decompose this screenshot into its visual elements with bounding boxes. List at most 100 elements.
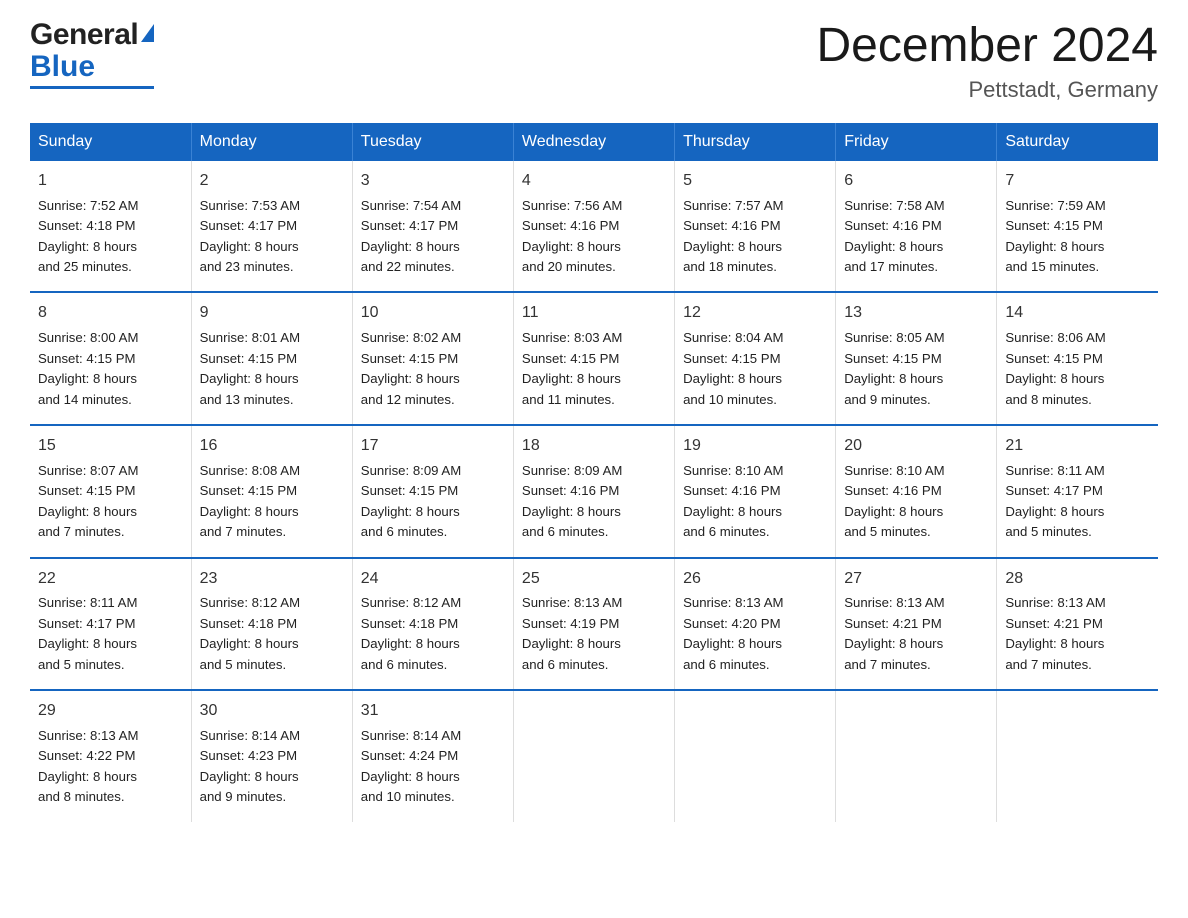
day-number: 1 [38,169,183,194]
logo-blue-text: Blue [30,50,95,84]
day-info: Sunrise: 8:07 AM Sunset: 4:15 PM Dayligh… [38,461,183,543]
calendar-cell: 7Sunrise: 7:59 AM Sunset: 4:15 PM Daylig… [997,161,1158,293]
calendar-cell: 10Sunrise: 8:02 AM Sunset: 4:15 PM Dayli… [352,292,513,425]
day-info: Sunrise: 8:13 AM Sunset: 4:19 PM Dayligh… [522,593,666,675]
day-number: 2 [200,169,344,194]
page-header: General Blue December 2024 Pettstadt, Ge… [30,20,1158,103]
day-number: 31 [361,699,505,724]
calendar-cell: 19Sunrise: 8:10 AM Sunset: 4:16 PM Dayli… [675,425,836,558]
day-number: 17 [361,434,505,459]
col-header-tuesday: Tuesday [352,123,513,161]
week-row-4: 22Sunrise: 8:11 AM Sunset: 4:17 PM Dayli… [30,558,1158,691]
day-info: Sunrise: 7:58 AM Sunset: 4:16 PM Dayligh… [844,196,988,278]
day-number: 27 [844,567,988,592]
day-info: Sunrise: 8:09 AM Sunset: 4:15 PM Dayligh… [361,461,505,543]
calendar-cell: 25Sunrise: 8:13 AM Sunset: 4:19 PM Dayli… [513,558,674,691]
col-header-thursday: Thursday [675,123,836,161]
day-info: Sunrise: 7:53 AM Sunset: 4:17 PM Dayligh… [200,196,344,278]
week-row-1: 1Sunrise: 7:52 AM Sunset: 4:18 PM Daylig… [30,161,1158,293]
logo-general: General [30,20,154,50]
calendar-cell: 13Sunrise: 8:05 AM Sunset: 4:15 PM Dayli… [836,292,997,425]
logo-blue-row: Blue [30,50,154,84]
day-number: 18 [522,434,666,459]
calendar-cell: 26Sunrise: 8:13 AM Sunset: 4:20 PM Dayli… [675,558,836,691]
day-number: 28 [1005,567,1150,592]
day-info: Sunrise: 8:11 AM Sunset: 4:17 PM Dayligh… [1005,461,1150,543]
day-info: Sunrise: 8:02 AM Sunset: 4:15 PM Dayligh… [361,328,505,410]
calendar-cell: 14Sunrise: 8:06 AM Sunset: 4:15 PM Dayli… [997,292,1158,425]
day-info: Sunrise: 8:14 AM Sunset: 4:23 PM Dayligh… [200,726,344,808]
day-number: 24 [361,567,505,592]
day-info: Sunrise: 7:52 AM Sunset: 4:18 PM Dayligh… [38,196,183,278]
logo-triangle-icon [141,24,154,42]
day-number: 5 [683,169,827,194]
day-number: 23 [200,567,344,592]
subtitle: Pettstadt, Germany [816,77,1158,103]
day-number: 30 [200,699,344,724]
day-number: 26 [683,567,827,592]
day-info: Sunrise: 8:10 AM Sunset: 4:16 PM Dayligh… [844,461,988,543]
calendar-cell: 21Sunrise: 8:11 AM Sunset: 4:17 PM Dayli… [997,425,1158,558]
day-info: Sunrise: 8:10 AM Sunset: 4:16 PM Dayligh… [683,461,827,543]
calendar-cell [836,690,997,822]
day-info: Sunrise: 8:03 AM Sunset: 4:15 PM Dayligh… [522,328,666,410]
logo-general-text: General [30,18,138,51]
calendar-cell: 12Sunrise: 8:04 AM Sunset: 4:15 PM Dayli… [675,292,836,425]
day-info: Sunrise: 8:06 AM Sunset: 4:15 PM Dayligh… [1005,328,1150,410]
calendar-cell: 22Sunrise: 8:11 AM Sunset: 4:17 PM Dayli… [30,558,191,691]
week-row-3: 15Sunrise: 8:07 AM Sunset: 4:15 PM Dayli… [30,425,1158,558]
calendar-table: SundayMondayTuesdayWednesdayThursdayFrid… [30,123,1158,822]
calendar-cell: 2Sunrise: 7:53 AM Sunset: 4:17 PM Daylig… [191,161,352,293]
day-info: Sunrise: 8:13 AM Sunset: 4:21 PM Dayligh… [844,593,988,675]
calendar-cell: 8Sunrise: 8:00 AM Sunset: 4:15 PM Daylig… [30,292,191,425]
day-number: 19 [683,434,827,459]
calendar-cell: 20Sunrise: 8:10 AM Sunset: 4:16 PM Dayli… [836,425,997,558]
day-number: 10 [361,301,505,326]
week-row-5: 29Sunrise: 8:13 AM Sunset: 4:22 PM Dayli… [30,690,1158,822]
logo-underline [30,86,154,89]
day-info: Sunrise: 8:13 AM Sunset: 4:20 PM Dayligh… [683,593,827,675]
col-header-wednesday: Wednesday [513,123,674,161]
day-number: 13 [844,301,988,326]
calendar-cell: 17Sunrise: 8:09 AM Sunset: 4:15 PM Dayli… [352,425,513,558]
calendar-cell: 15Sunrise: 8:07 AM Sunset: 4:15 PM Dayli… [30,425,191,558]
day-number: 7 [1005,169,1150,194]
day-number: 3 [361,169,505,194]
col-header-sunday: Sunday [30,123,191,161]
calendar-cell: 18Sunrise: 8:09 AM Sunset: 4:16 PM Dayli… [513,425,674,558]
day-number: 14 [1005,301,1150,326]
day-info: Sunrise: 7:57 AM Sunset: 4:16 PM Dayligh… [683,196,827,278]
logo: General Blue [30,20,154,89]
week-row-2: 8Sunrise: 8:00 AM Sunset: 4:15 PM Daylig… [30,292,1158,425]
day-number: 15 [38,434,183,459]
day-number: 4 [522,169,666,194]
calendar-cell [513,690,674,822]
col-header-friday: Friday [836,123,997,161]
day-number: 12 [683,301,827,326]
day-number: 29 [38,699,183,724]
day-info: Sunrise: 8:11 AM Sunset: 4:17 PM Dayligh… [38,593,183,675]
calendar-cell: 27Sunrise: 8:13 AM Sunset: 4:21 PM Dayli… [836,558,997,691]
calendar-cell: 31Sunrise: 8:14 AM Sunset: 4:24 PM Dayli… [352,690,513,822]
calendar-cell: 23Sunrise: 8:12 AM Sunset: 4:18 PM Dayli… [191,558,352,691]
title-section: December 2024 Pettstadt, Germany [816,20,1158,103]
col-header-monday: Monday [191,123,352,161]
day-number: 8 [38,301,183,326]
calendar-cell: 3Sunrise: 7:54 AM Sunset: 4:17 PM Daylig… [352,161,513,293]
day-info: Sunrise: 8:12 AM Sunset: 4:18 PM Dayligh… [361,593,505,675]
day-number: 11 [522,301,666,326]
day-number: 20 [844,434,988,459]
day-info: Sunrise: 7:54 AM Sunset: 4:17 PM Dayligh… [361,196,505,278]
day-number: 22 [38,567,183,592]
day-info: Sunrise: 8:01 AM Sunset: 4:15 PM Dayligh… [200,328,344,410]
calendar-cell: 29Sunrise: 8:13 AM Sunset: 4:22 PM Dayli… [30,690,191,822]
day-info: Sunrise: 8:04 AM Sunset: 4:15 PM Dayligh… [683,328,827,410]
day-number: 21 [1005,434,1150,459]
day-number: 25 [522,567,666,592]
day-info: Sunrise: 7:56 AM Sunset: 4:16 PM Dayligh… [522,196,666,278]
calendar-cell: 28Sunrise: 8:13 AM Sunset: 4:21 PM Dayli… [997,558,1158,691]
day-info: Sunrise: 8:00 AM Sunset: 4:15 PM Dayligh… [38,328,183,410]
calendar-header-row: SundayMondayTuesdayWednesdayThursdayFrid… [30,123,1158,161]
main-title: December 2024 [816,20,1158,73]
day-info: Sunrise: 7:59 AM Sunset: 4:15 PM Dayligh… [1005,196,1150,278]
